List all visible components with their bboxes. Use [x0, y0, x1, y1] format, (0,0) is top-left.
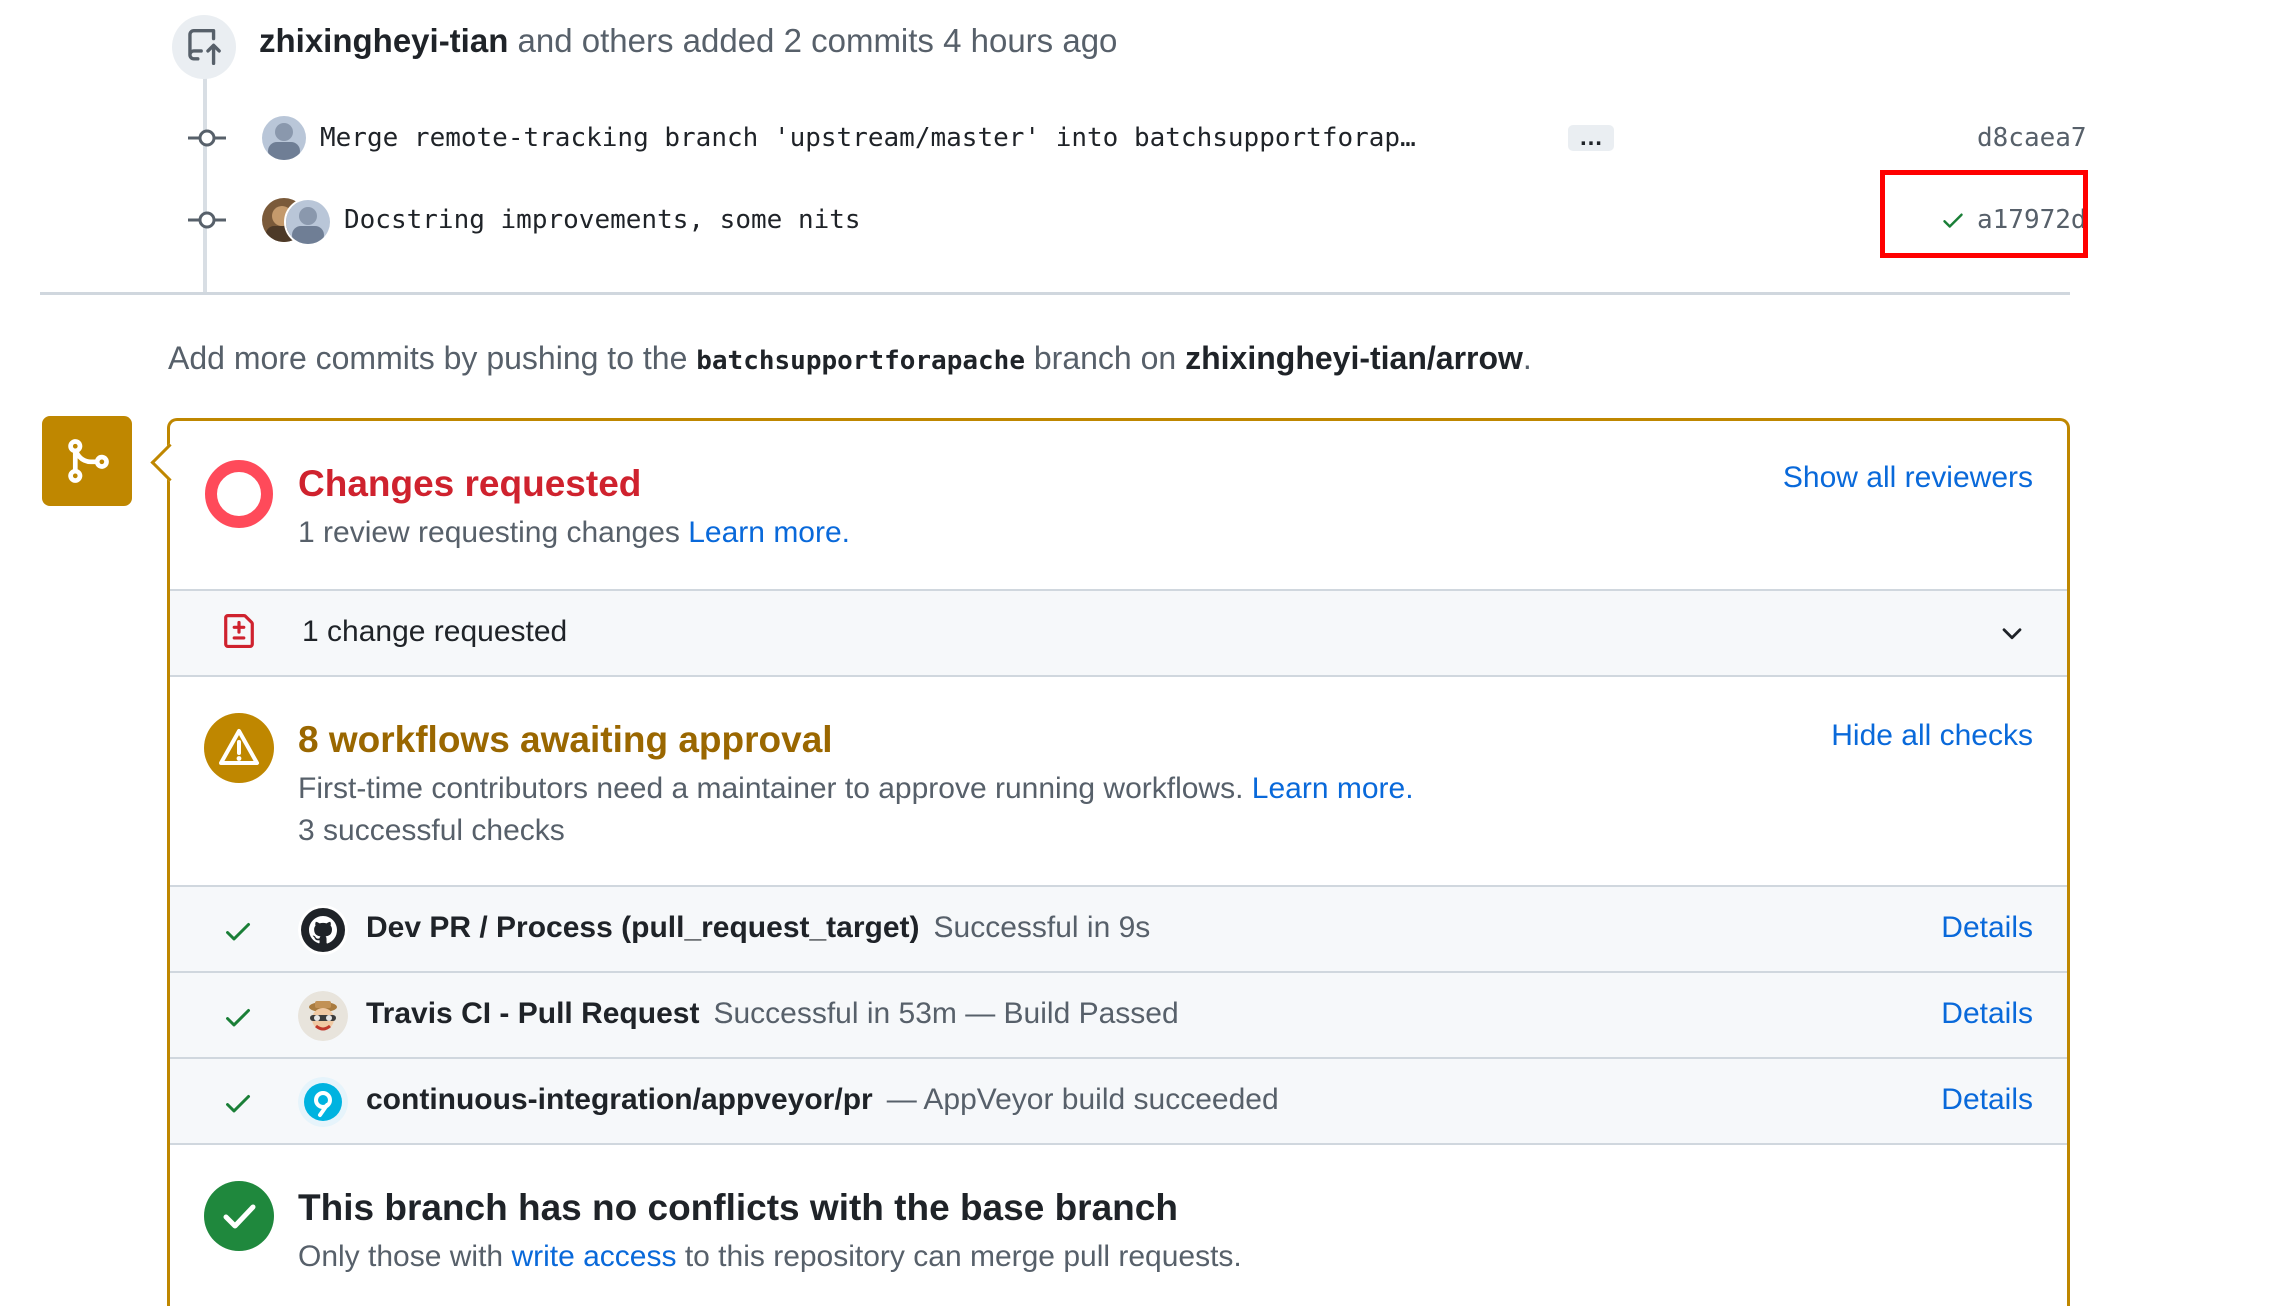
git-commit-icon: [188, 211, 226, 229]
expand-commit-button[interactable]: …: [1568, 125, 1614, 151]
conflicts-section: This branch has no conflicts with the ba…: [170, 1143, 2067, 1309]
check-description: Successful in 53m — Build Passed: [713, 997, 1179, 1030]
check-icon: [226, 1009, 250, 1027]
branch-name: batchsupportforapache: [696, 346, 1025, 376]
check-name: Dev PR / Process (pull_request_target): [366, 911, 920, 944]
chevron-down-icon[interactable]: [1997, 619, 2027, 649]
hide-all-checks-link[interactable]: Hide all checks: [1831, 719, 2033, 753]
workflows-subtitle: First-time contributors need a maintaine…: [298, 772, 1244, 805]
successful-checks-count: 3 successful checks: [298, 814, 565, 847]
learn-more-link[interactable]: Learn more.: [1252, 772, 1414, 805]
details-link[interactable]: Details: [1941, 1083, 2033, 1117]
conflicts-title: This branch has no conflicts with the ba…: [298, 1187, 1178, 1228]
merge-status-box: Changes requested 1 review requesting ch…: [150, 418, 2070, 1309]
appveyor-icon: [298, 1077, 348, 1127]
check-row: continuous-integration/appveyor/pr — AppV…: [170, 1057, 2067, 1143]
check-circle-icon: [204, 1181, 274, 1251]
event-header: zhixingheyi-tian and others added 2 comm…: [259, 22, 1117, 60]
commit-row: Merge remote-tracking branch 'upstream/m…: [180, 113, 2087, 163]
divider: [40, 292, 2070, 295]
details-link[interactable]: Details: [1941, 997, 2033, 1031]
check-description: — AppVeyor build succeeded: [886, 1083, 1279, 1116]
repo-push-icon: [172, 15, 236, 79]
git-commit-icon: [188, 129, 226, 147]
commit-message-link[interactable]: Merge remote-tracking branch 'upstream/m…: [320, 123, 1416, 153]
alert-icon: [204, 713, 274, 783]
timeline-line: [203, 78, 207, 293]
change-requested-row[interactable]: 1 change requested: [170, 589, 2067, 675]
check-name: continuous-integration/appveyor/pr: [366, 1083, 873, 1116]
check-icon: [226, 1095, 250, 1113]
changes-requested-icon: [205, 460, 273, 528]
workflows-section: 8 workflows awaiting approval First-time…: [170, 675, 2067, 885]
file-diff-icon: [224, 614, 254, 648]
review-subtitle: 1 review requesting changes: [298, 516, 680, 549]
details-link[interactable]: Details: [1941, 911, 2033, 945]
avatar[interactable]: [262, 116, 306, 160]
highlight-annotation: [1880, 170, 2088, 258]
show-all-reviewers-link[interactable]: Show all reviewers: [1783, 461, 2033, 495]
check-description: Successful in 9s: [933, 911, 1151, 944]
review-section: Changes requested 1 review requesting ch…: [170, 421, 2067, 589]
check-icon: [226, 923, 250, 941]
workflows-title: 8 workflows awaiting approval: [298, 719, 833, 760]
review-title: Changes requested: [298, 463, 642, 504]
commit-row: Docstring improvements, some nits a17972…: [180, 195, 2087, 246]
git-merge-icon: [42, 416, 132, 506]
event-text: and others added 2 commits 4 hours ago: [517, 22, 1118, 59]
write-access-link[interactable]: write access: [511, 1240, 676, 1273]
check-name: Travis CI - Pull Request: [366, 997, 700, 1030]
avatar[interactable]: [284, 198, 332, 246]
travis-ci-icon: [298, 991, 348, 1041]
commit-message-link[interactable]: Docstring improvements, some nits: [344, 205, 861, 235]
learn-more-link[interactable]: Learn more.: [688, 516, 850, 549]
check-row: Dev PR / Process (pull_request_target) Su…: [170, 885, 2067, 971]
change-requested-label: 1 change requested: [302, 615, 568, 648]
github-icon: [298, 905, 348, 955]
check-row: Travis CI - Pull Request Successful in 53…: [170, 971, 2067, 1057]
commit-sha-link[interactable]: d8caea7: [1977, 123, 2087, 153]
push-note: Add more commits by pushing to the batch…: [168, 340, 1532, 376]
event-author-link[interactable]: zhixingheyi-tian: [259, 22, 508, 59]
repo-link[interactable]: zhixingheyi-tian/arrow: [1185, 340, 1523, 376]
